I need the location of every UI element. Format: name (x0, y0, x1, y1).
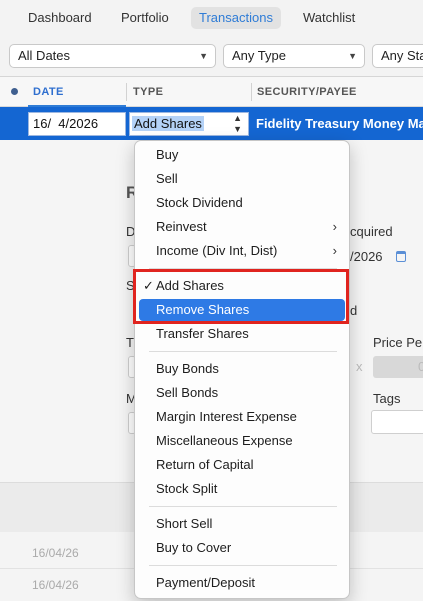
menu-item-label: Buy (156, 147, 179, 162)
menu-separator (149, 565, 337, 566)
menu-item-label: Sell (156, 171, 178, 186)
menu-item-stock-split[interactable]: Stock Split (139, 478, 345, 500)
date-filter-select[interactable]: All Dates ▼ (9, 44, 216, 68)
price-per-share-input[interactable] (373, 356, 423, 378)
menu-item-label: Return of Capital (156, 457, 254, 472)
menu-item-label: Short Sell (156, 516, 213, 531)
tags-label: Tags (373, 391, 401, 406)
menu-item-transfer-shares[interactable]: Transfer Shares (139, 323, 345, 345)
menu-item-label: Reinvest (156, 219, 207, 234)
menu-item-reinvest[interactable]: Reinvest › (139, 216, 345, 238)
menu-item-remove-shares[interactable]: Remove Shares (139, 299, 345, 321)
menu-item-miscellaneous-expense[interactable]: Miscellaneous Expense (139, 430, 345, 452)
checkmark-icon: ✓ (143, 278, 154, 293)
menu-separator (149, 351, 337, 352)
top-navigation: Dashboard Portfolio Transactions Watchli… (0, 0, 423, 36)
menu-item-label: Buy to Cover (156, 540, 232, 555)
menu-item-payment-deposit[interactable]: Payment/Deposit (139, 572, 345, 594)
security-payee-value[interactable]: Fidelity Treasury Money Mar (256, 107, 423, 140)
menu-item-label: Stock Split (156, 481, 218, 496)
menu-item-income[interactable]: Income (Div Int, Dist) › (139, 240, 345, 262)
menu-item-label: Add Shares (156, 278, 224, 293)
type-filter-select[interactable]: Any Type ▼ (223, 44, 365, 68)
menu-item-label: Remove Shares (156, 302, 250, 317)
menu-item-label: Sell Bonds (156, 385, 219, 400)
tab-watchlist[interactable]: Watchlist (295, 7, 363, 29)
menu-item-buy-bonds[interactable]: Buy Bonds (139, 358, 345, 380)
filter-bar: All Dates ▼ Any Type ▼ Any Sta (0, 36, 423, 77)
date-filter-value: All Dates (18, 48, 71, 63)
date-acquired-value: /2026 (350, 249, 383, 264)
selected-transaction-row[interactable]: 16/ 4/2026 Add Shares ▲ ▼ Fidelity Treasu… (0, 107, 423, 140)
date-acquired-label: cquired (350, 224, 393, 239)
tab-transactions[interactable]: Transactions (191, 7, 281, 29)
menu-item-label: Margin Interest Expense (156, 409, 297, 424)
menu-item-sell-bonds[interactable]: Sell Bonds (139, 382, 345, 404)
menu-separator (149, 268, 337, 269)
menu-item-add-shares[interactable]: ✓ Add Shares (139, 275, 345, 297)
chevron-down-icon: ▼ (199, 51, 208, 61)
column-divider (126, 83, 127, 101)
submenu-arrow-icon: › (332, 243, 337, 258)
menu-item-stock-dividend[interactable]: Stock Dividend (139, 192, 345, 214)
calendar-icon[interactable] (396, 251, 406, 262)
price-per-share-label: Price Pe (373, 335, 423, 350)
menu-item-label: Miscellaneous Expense (156, 433, 293, 448)
menu-item-short-sell[interactable]: Short Sell (139, 513, 345, 535)
status-dot-icon (11, 88, 18, 95)
menu-item-sell[interactable]: Sell (139, 168, 345, 190)
list-item-date: 16/04/26 (32, 546, 79, 560)
tab-dashboard[interactable]: Dashboard (20, 7, 100, 29)
column-header-date[interactable]: DATE (33, 77, 64, 107)
date-input[interactable]: 16/ 4/2026 (28, 112, 126, 136)
menu-item-buy-to-cover[interactable]: Buy to Cover (139, 537, 345, 559)
multiply-sign: x (356, 359, 363, 374)
table-header: DATE TYPE SECURITY/PAYEE (0, 77, 423, 107)
transaction-type-menu: Buy Sell Stock Dividend Reinvest › Income… (134, 140, 350, 599)
type-select-value: Add Shares (132, 116, 204, 131)
menu-item-margin-interest-expense[interactable]: Margin Interest Expense (139, 406, 345, 428)
menu-item-buy[interactable]: Buy (139, 144, 345, 166)
menu-item-label: Transfer Shares (156, 326, 249, 341)
menu-item-label: Income (Div Int, Dist) (156, 243, 278, 258)
field-label-fragment: T (126, 335, 134, 350)
menu-item-label: Payment/Deposit (156, 575, 255, 590)
menu-item-label: Stock Dividend (156, 195, 243, 210)
column-divider (251, 83, 252, 101)
menu-item-label: Buy Bonds (156, 361, 219, 376)
column-header-security[interactable]: SECURITY/PAYEE (257, 77, 357, 107)
type-select[interactable]: Add Shares ▲ ▼ (129, 112, 249, 136)
menu-separator (149, 506, 337, 507)
tab-portfolio[interactable]: Portfolio (113, 7, 177, 29)
app-window: Dashboard Portfolio Transactions Watchli… (0, 0, 423, 601)
price-per-share-value: 0 (418, 359, 423, 374)
chevron-down-icon: ▼ (348, 51, 357, 61)
menu-item-return-of-capital[interactable]: Return of Capital (139, 454, 345, 476)
list-item-date: 16/04/26 (32, 578, 79, 592)
submenu-arrow-icon: › (332, 219, 337, 234)
updown-chevron-icon: ▲ ▼ (233, 113, 242, 134)
column-header-type[interactable]: TYPE (133, 77, 163, 107)
type-filter-value: Any Type (232, 48, 286, 63)
tags-input[interactable] (371, 410, 423, 434)
status-filter-value: Any Sta (381, 48, 423, 63)
status-filter-select[interactable]: Any Sta (372, 44, 423, 68)
shares-field-fragment: d (350, 303, 358, 318)
